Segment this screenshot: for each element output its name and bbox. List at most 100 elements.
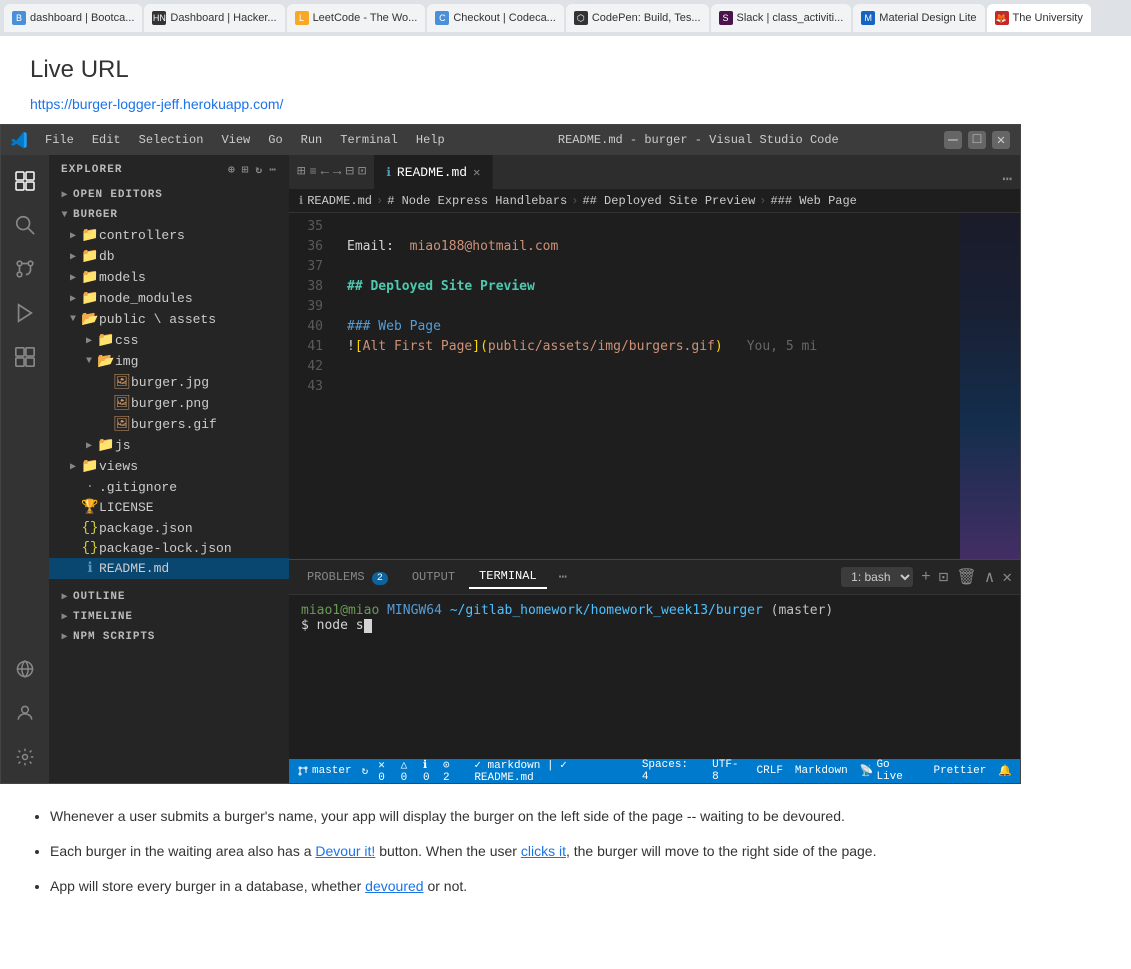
live-url-link[interactable]: https://burger-logger-jeff.herokuapp.com…	[30, 96, 283, 112]
explorer-icon[interactable]	[7, 163, 43, 199]
clicks-it-link[interactable]: clicks it	[521, 843, 566, 859]
npm-scripts-header[interactable]: ▶ NPM SCRIPTS	[49, 627, 289, 647]
split-editor-icon[interactable]: ⊞	[297, 163, 305, 180]
open-preview-icon[interactable]: ⊟	[345, 163, 353, 180]
account-icon[interactable]	[7, 695, 43, 731]
terminal-close-icon[interactable]: ✕	[1002, 567, 1012, 587]
run-debug-icon[interactable]	[7, 295, 43, 331]
forward-icon[interactable]: →	[333, 164, 341, 180]
menu-help[interactable]: Help	[408, 131, 453, 149]
terminal-shell-selector[interactable]: 1: bash	[841, 567, 913, 587]
settings-icon[interactable]	[7, 739, 43, 775]
browser-tab-1[interactable]: B dashboard | Bootca...	[4, 4, 142, 32]
sidebar-title: EXPLORER	[61, 164, 123, 176]
menu-run[interactable]: Run	[293, 131, 331, 149]
browser-tab-5[interactable]: ⬡ CodePen: Build, Tes...	[566, 4, 709, 32]
code-content[interactable]: Email: miao188@hotmail.com ## Deployed S…	[331, 213, 960, 559]
tree-item-img[interactable]: ▼ 📂 img	[49, 351, 289, 372]
breadcrumb-readme[interactable]: README.md	[307, 194, 372, 208]
breadcrumb-web-page[interactable]: ### Web Page	[770, 194, 856, 208]
tree-item-node-modules[interactable]: ▶ 📁 node_modules	[49, 288, 289, 309]
tree-item-package-lock-json[interactable]: {} package-lock.json	[49, 538, 289, 558]
breadcrumb-node-express[interactable]: # Node Express Handlebars	[387, 194, 567, 208]
status-line-ending[interactable]: CRLF	[757, 765, 783, 777]
readme-tab-close[interactable]: ✕	[473, 165, 480, 180]
status-sync[interactable]: ↻	[362, 764, 369, 778]
timeline-header[interactable]: ▶ TIMELINE	[49, 607, 289, 627]
feature-item-3: App will store every burger in a databas…	[50, 874, 1101, 899]
tree-item-db[interactable]: ▶ 📁 db	[49, 246, 289, 267]
terminal-split-icon[interactable]: ⊡	[939, 567, 949, 587]
tree-item-controllers[interactable]: ▶ 📁 controllers	[49, 225, 289, 246]
menu-terminal[interactable]: Terminal	[332, 131, 406, 149]
tree-item-css[interactable]: ▶ 📁 css	[49, 330, 289, 351]
minimize-button[interactable]: —	[944, 131, 962, 149]
menu-view[interactable]: View	[213, 131, 258, 149]
output-tab[interactable]: OUTPUT	[402, 566, 465, 588]
terminal-content[interactable]: miao1@miao MINGW64 ~/gitlab_homework/hom…	[289, 595, 1020, 759]
terminal-add-icon[interactable]: +	[921, 568, 931, 586]
breadcrumb-toggle-icon[interactable]: ≡	[309, 165, 316, 179]
browser-tab-4[interactable]: C Checkout | Codeca...	[427, 4, 564, 32]
tree-item-public-assets[interactable]: ▼ 📂 public \ assets	[49, 309, 289, 330]
tree-item-views[interactable]: ▶ 📁 views	[49, 456, 289, 477]
open-editors-header[interactable]: ▶ OPEN EDITORS	[49, 185, 289, 205]
split-right-icon[interactable]: ⊡	[358, 163, 366, 180]
terminal-delete-icon[interactable]: 🗑	[956, 567, 976, 587]
burger-section-header[interactable]: ▼ BURGER	[49, 205, 289, 225]
menu-selection[interactable]: Selection	[131, 131, 212, 149]
status-go-live[interactable]: 📡 Go Live	[860, 759, 922, 783]
status-errors[interactable]: ✕ 0 △ 0 ℹ 0 ⊙ 2	[378, 758, 462, 783]
sidebar-new-folder-icon[interactable]: ⊞	[242, 163, 250, 177]
editor-area[interactable]: 35 36 37 38 39 40 41 42 43 Email: miao18	[289, 213, 1020, 559]
editor-tab-readme[interactable]: ℹ README.md ✕	[374, 155, 493, 189]
devoured-link[interactable]: devoured	[365, 878, 423, 894]
back-icon[interactable]: ←	[321, 164, 329, 180]
remote-icon[interactable]	[7, 651, 43, 687]
menu-go[interactable]: Go	[260, 131, 290, 149]
status-encoding[interactable]: UTF-8	[712, 759, 744, 783]
tree-item-burgers-gif[interactable]: 🖼 burgers.gif	[49, 414, 289, 435]
tree-item-js[interactable]: ▶ 📁 js	[49, 435, 289, 456]
sidebar-collapse-icon[interactable]: ⋯	[269, 163, 277, 177]
sidebar-refresh-icon[interactable]: ↻	[256, 163, 264, 177]
terminal-controls: 1: bash + ⊡ 🗑 ∧ ✕	[841, 567, 1012, 587]
status-notifications[interactable]: 🔔	[998, 764, 1012, 778]
sidebar-new-file-icon[interactable]: ⊕	[228, 163, 236, 177]
tree-item-readme[interactable]: ℹ README.md	[49, 558, 289, 579]
browser-tab-3[interactable]: L LeetCode - The Wo...	[287, 4, 426, 32]
more-actions-icon[interactable]: ⋯	[1002, 169, 1012, 189]
breadcrumb-sep-2: ›	[571, 194, 578, 208]
tree-item-gitignore[interactable]: · .gitignore	[49, 477, 289, 497]
browser-tab-8[interactable]: 🦊 The University	[987, 4, 1091, 32]
devour-button-link[interactable]: Devour it!	[315, 843, 375, 859]
status-spaces[interactable]: Spaces: 4	[642, 759, 700, 783]
outline-header[interactable]: ▶ OUTLINE	[49, 587, 289, 607]
browser-tab-2[interactable]: HN Dashboard | Hacker...	[144, 4, 284, 32]
terminal-cursor	[364, 619, 372, 633]
terminal-more-icon[interactable]: ⋯	[551, 569, 575, 586]
tree-item-models[interactable]: ▶ 📁 models	[49, 267, 289, 288]
status-branch[interactable]: master	[297, 765, 352, 777]
tree-item-burger-jpg[interactable]: 🖼 burger.jpg	[49, 372, 289, 393]
sidebar-header-icons: ⊕ ⊞ ↻ ⋯	[228, 163, 277, 177]
tree-item-package-json[interactable]: {} package.json	[49, 518, 289, 538]
menu-file[interactable]: File	[37, 131, 82, 149]
breadcrumb-deployed[interactable]: ## Deployed Site Preview	[582, 194, 755, 208]
problems-tab[interactable]: PROBLEMS 2	[297, 566, 398, 588]
tree-item-license[interactable]: 🏆 LICENSE	[49, 497, 289, 518]
close-button[interactable]: ✕	[992, 131, 1010, 149]
terminal-tab[interactable]: TERMINAL	[469, 565, 547, 589]
extensions-icon[interactable]	[7, 339, 43, 375]
maximize-button[interactable]: □	[968, 131, 986, 149]
status-prettier[interactable]: Prettier	[933, 765, 986, 777]
browser-tab-7[interactable]: M Material Design Lite	[853, 4, 984, 32]
tree-item-burger-png[interactable]: 🖼 burger.png	[49, 393, 289, 414]
status-lang[interactable]: Markdown	[795, 765, 848, 777]
source-control-icon[interactable]	[7, 251, 43, 287]
status-language-mode[interactable]: ✓ markdown | ✓ README.md	[474, 758, 630, 783]
menu-edit[interactable]: Edit	[84, 131, 129, 149]
terminal-chevron-up-icon[interactable]: ∧	[985, 567, 995, 587]
browser-tab-6[interactable]: S Slack | class_activiti...	[711, 4, 852, 32]
search-activity-icon[interactable]	[7, 207, 43, 243]
